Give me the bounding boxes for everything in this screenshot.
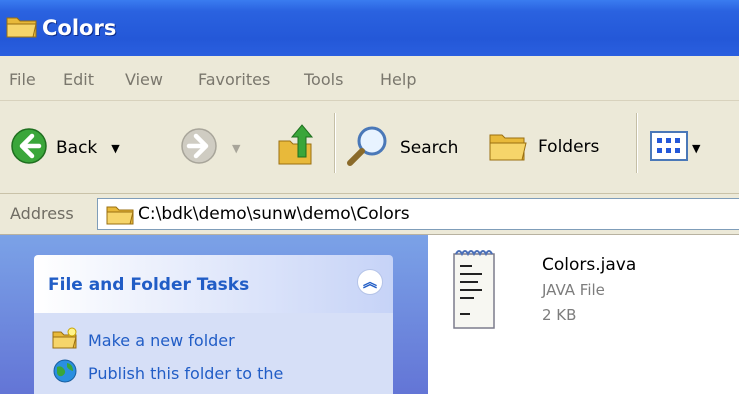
back-button[interactable]: Back ▼ xyxy=(10,127,120,169)
search-label: Search xyxy=(400,138,459,158)
folders-icon xyxy=(488,127,528,167)
title-bar: Colors xyxy=(0,0,739,56)
collapse-chevron-icon[interactable]: ︽ xyxy=(357,269,383,295)
up-button[interactable] xyxy=(276,123,316,171)
search-icon xyxy=(346,125,390,171)
views-dropdown-icon[interactable]: ▼ xyxy=(692,142,700,155)
forward-button[interactable]: ▼ xyxy=(180,127,240,169)
menu-bar: File Edit View Favorites Tools Help xyxy=(0,56,739,101)
address-path: C:\bdk\demo\sunw\demo\Colors xyxy=(138,204,410,224)
address-input[interactable]: C:\bdk\demo\sunw\demo\Colors xyxy=(97,198,739,230)
address-bar: Address C:\bdk\demo\sunw\demo\Colors xyxy=(0,194,739,235)
back-label: Back xyxy=(56,138,98,158)
folder-icon xyxy=(106,202,134,230)
task-pane: File and Folder Tasks ︽ Make a new folde… xyxy=(0,235,428,394)
new-folder-icon xyxy=(52,327,78,353)
task-label: Make a new folder xyxy=(88,330,235,350)
file-name[interactable]: Colors.java xyxy=(542,255,636,275)
window-title: Colors xyxy=(42,16,117,40)
menu-file[interactable]: File xyxy=(9,70,36,89)
task-publish-folder[interactable]: Publish this folder to the xyxy=(52,359,283,387)
toolbar: Back ▼ ▼ Search Folders ▼ xyxy=(0,101,739,194)
globe-icon xyxy=(52,359,78,387)
folders-button[interactable]: Folders xyxy=(488,127,599,167)
back-dropdown-icon[interactable]: ▼ xyxy=(111,142,119,155)
panel-title: File and Folder Tasks xyxy=(48,275,250,295)
menu-view[interactable]: View xyxy=(125,70,163,89)
folders-label: Folders xyxy=(538,137,600,157)
file-type: JAVA File xyxy=(542,281,605,299)
task-label: Publish this folder to the xyxy=(88,363,284,383)
folder-up-icon xyxy=(276,123,316,171)
search-button[interactable]: Search xyxy=(346,125,458,171)
task-make-new-folder[interactable]: Make a new folder xyxy=(52,327,235,353)
menu-favorites[interactable]: Favorites xyxy=(198,70,270,89)
text-document-icon xyxy=(450,250,500,336)
panel-header[interactable]: File and Folder Tasks ︽ xyxy=(34,255,393,313)
file-folder-tasks-panel: File and Folder Tasks ︽ Make a new folde… xyxy=(34,255,393,394)
panel-body: Make a new folder Publish this folder to… xyxy=(34,313,393,394)
forward-arrow-icon xyxy=(180,127,218,169)
menu-edit[interactable]: Edit xyxy=(63,70,94,89)
address-label: Address xyxy=(10,204,74,223)
toolbar-separator xyxy=(636,113,637,173)
views-button[interactable]: ▼ xyxy=(650,131,700,165)
folder-icon xyxy=(6,13,38,43)
file-item[interactable] xyxy=(450,248,500,336)
back-arrow-icon xyxy=(10,127,48,169)
views-grid-icon xyxy=(650,131,688,165)
menu-tools[interactable]: Tools xyxy=(304,70,343,89)
toolbar-separator xyxy=(334,113,335,173)
forward-dropdown-icon[interactable]: ▼ xyxy=(232,142,240,155)
menu-help[interactable]: Help xyxy=(380,70,416,89)
file-size: 2 KB xyxy=(542,306,577,324)
